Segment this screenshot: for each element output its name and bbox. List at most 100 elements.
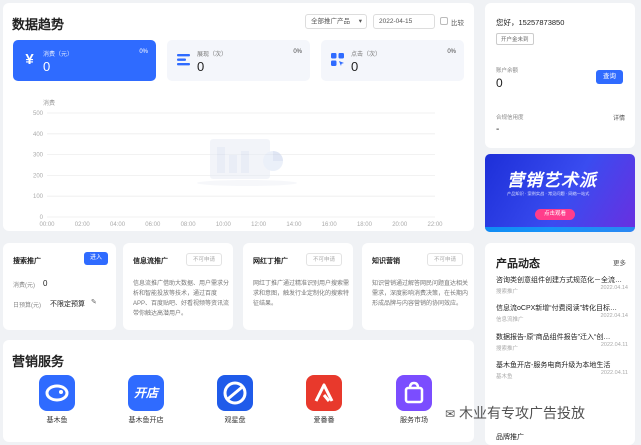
promo-title: 知识营销	[372, 258, 400, 265]
news-item-title: 基木鱼开店-服务电商升级为本地生活	[496, 362, 611, 369]
date-select[interactable]: 2022-04-15	[373, 14, 435, 29]
metric-value: 0	[43, 59, 51, 74]
news-item-date: 2022.04.14	[600, 313, 628, 319]
aifanfan-icon	[306, 375, 342, 411]
credit-value: -	[496, 124, 500, 135]
y-tick-label: 100	[33, 194, 44, 200]
credit-link[interactable]: 详情	[613, 113, 625, 122]
compare-label: 比较	[451, 20, 464, 27]
service-aifanfan[interactable]: 爱番番	[294, 375, 354, 425]
edit-icon[interactable]: ✎	[91, 298, 97, 306]
service-label: 基木鱼开店	[128, 417, 164, 424]
promo-tag: 不可申请	[186, 253, 223, 266]
news-item[interactable]: 信息流oCPX新增“付费阅读”转化目标… 信息流推广 2022.04.14	[496, 303, 628, 323]
promo-row2-label: 日预算(元)	[13, 303, 41, 309]
metric-clicks[interactable]: 点击（次） 0 0%	[321, 40, 464, 81]
account-badge: 开户金未到	[496, 33, 534, 45]
compare-checkbox[interactable]	[440, 17, 448, 25]
x-tick-label: 22:00	[427, 222, 443, 228]
news-item[interactable]: 咨询类创意组件创建方式规范化－全流… 搜索推广 2022.04.14	[496, 275, 628, 295]
balance-label: 账户余额	[496, 68, 519, 74]
news-item-title: 品牌推广	[496, 434, 524, 441]
y-tick-label: 500	[33, 111, 44, 117]
service-label: 基木鱼	[46, 417, 68, 424]
banner-subtitle: 产品知识 · 案例实战 · 常见问题 · 网络一站式	[507, 191, 590, 196]
service-guanxingpan[interactable]: 观星盘	[205, 375, 265, 425]
metric-impressions[interactable]: 展现（次） 0 0%	[167, 40, 310, 81]
x-tick-label: 08:00	[181, 222, 197, 228]
account-card: 您好，15257873850 开户金未到 账户余额 0 查询 合规信用度 详情 …	[485, 3, 635, 148]
product-select[interactable]: 全部推广产品 ▾	[305, 14, 367, 29]
y-tick-label: 0	[40, 215, 44, 221]
news-item-title: 咨询类创意组件创建方式规范化－全流…	[496, 277, 622, 284]
news-item-date: 2022.04.11	[600, 370, 628, 376]
news-item[interactable]: 品牌推广	[496, 432, 628, 442]
query-button[interactable]: 查询	[596, 70, 623, 84]
data-trend-card: 数据趋势 全部推广产品 ▾ 2022-04-15 比较 ¥ 消费（元） 0 0%…	[3, 3, 474, 231]
product-select-value: 全部推广产品	[311, 18, 350, 25]
trend-title: 数据趋势	[12, 17, 65, 32]
x-tick-label: 00:00	[39, 222, 55, 228]
metric-pct: 0%	[447, 49, 456, 55]
service-label: 服务市场	[400, 417, 428, 424]
grid-click-icon	[329, 51, 346, 68]
promo-card-search[interactable]: 搜索推广 进入 消费(元) 0 日预算(元) 不限定预算 ✎	[3, 243, 116, 330]
banner-bar-decoration	[485, 227, 635, 232]
promo-title: 信息流推广	[133, 258, 168, 265]
metric-spend[interactable]: ¥ 消费（元） 0 0%	[13, 40, 156, 81]
promo-row2-value: 不限定预算	[50, 301, 85, 308]
promo-tag: 不可申请	[306, 253, 343, 266]
kaidian-icon: 开店	[128, 375, 164, 411]
banner-cta-button[interactable]: 点击观看	[535, 209, 575, 220]
service-kaidian[interactable]: 开店 基木鱼开店	[116, 375, 176, 425]
promo-row1-value: 0	[43, 279, 48, 288]
news-item[interactable]: 基木鱼开店-服务电商升级为本地生活 基木鱼 2022.04.11	[496, 360, 628, 380]
news-item-title: 数据报告-原“商品组件报告”迁入“创…	[496, 334, 611, 341]
watermark: ✉ 木业有专攻广告投放	[445, 403, 585, 423]
promo-desc: 信息流推广借助大数据、用户需求分析和智能投放等技术，通过百度APP、百度贴吧、好…	[133, 281, 230, 317]
service-jimuyu[interactable]: 基木鱼	[27, 375, 87, 425]
metric-value: 0	[351, 59, 359, 74]
market-icon	[396, 375, 432, 411]
promo-card-feed[interactable]: 信息流推广 不可申请 信息流推广借助大数据、用户需求分析和智能投放等技术，通过百…	[123, 243, 233, 330]
account-greeting: 您好，15257873850	[496, 18, 565, 27]
x-tick-label: 14:00	[286, 222, 302, 228]
news-item-title: 信息流oCPX新增“付费阅读”转化目标…	[496, 305, 617, 312]
promo-row1-label: 消费(元)	[13, 283, 35, 289]
service-label: 观星盘	[224, 417, 246, 424]
empty-chart-illustration	[197, 139, 297, 186]
metric-label: 点击（次）	[351, 52, 382, 58]
news-item[interactable]: 数据报告-原“商品组件报告”迁入“创… 搜索推广 2022.04.11	[496, 332, 628, 352]
x-tick-label: 18:00	[357, 222, 373, 228]
jimuyu-icon	[39, 375, 75, 411]
y-tick-label: 400	[33, 132, 44, 138]
x-tick-label: 10:00	[216, 222, 232, 228]
y-tick-label: 200	[33, 173, 44, 179]
metric-value: 0	[197, 59, 205, 74]
marketing-banner[interactable]: 营销艺术派 产品知识 · 案例实战 · 常见问题 · 网络一站式 点击观看	[485, 154, 635, 232]
enter-button[interactable]: 进入	[84, 252, 108, 265]
yuan-icon: ¥	[25, 51, 34, 68]
news-title: 产品动态	[496, 258, 540, 270]
news-more-link[interactable]: 更多	[613, 257, 626, 267]
metric-label: 消费（元）	[43, 52, 74, 58]
promo-title: 搜索推广	[13, 258, 41, 265]
x-tick-label: 20:00	[392, 222, 408, 228]
x-tick-label: 06:00	[145, 222, 161, 228]
trend-chart: 消费 500 400 300 200 100 000:00 02:00 04:00 06:00 08…	[33, 99, 443, 228]
y-tick-label: 300	[33, 153, 44, 159]
chevron-down-icon: ▾	[358, 18, 362, 25]
credit-label: 合规信用度	[496, 115, 524, 121]
metric-label: 展现（次）	[197, 52, 228, 58]
news-item-date: 2022.04.14	[600, 285, 628, 291]
promo-desc: 网红丁推广通过精准识别用户搜索需求和意图，触发行业定制化的搜索特征结果。	[253, 281, 350, 307]
x-tick-label: 04:00	[110, 222, 126, 228]
promo-card-knowledge[interactable]: 知识营销 不可申请 知识营销通过解答网民问题直达相关需求，深度影响消费决策，在长…	[362, 243, 474, 330]
promo-card-wanghong[interactable]: 网红丁推广 不可申请 网红丁推广通过精准识别用户搜索需求和意图，触发行业定制化的…	[243, 243, 353, 330]
service-market[interactable]: 服务市场	[384, 375, 444, 425]
list-icon	[175, 51, 192, 68]
balance-value: 0	[496, 76, 503, 90]
promo-desc: 知识营销通过解答网民问题直达相关需求，深度影响消费决策，在长期内形成品牌与内容营…	[372, 281, 469, 307]
x-tick-label: 16:00	[322, 222, 338, 228]
service-label: 爱番番	[313, 417, 335, 424]
